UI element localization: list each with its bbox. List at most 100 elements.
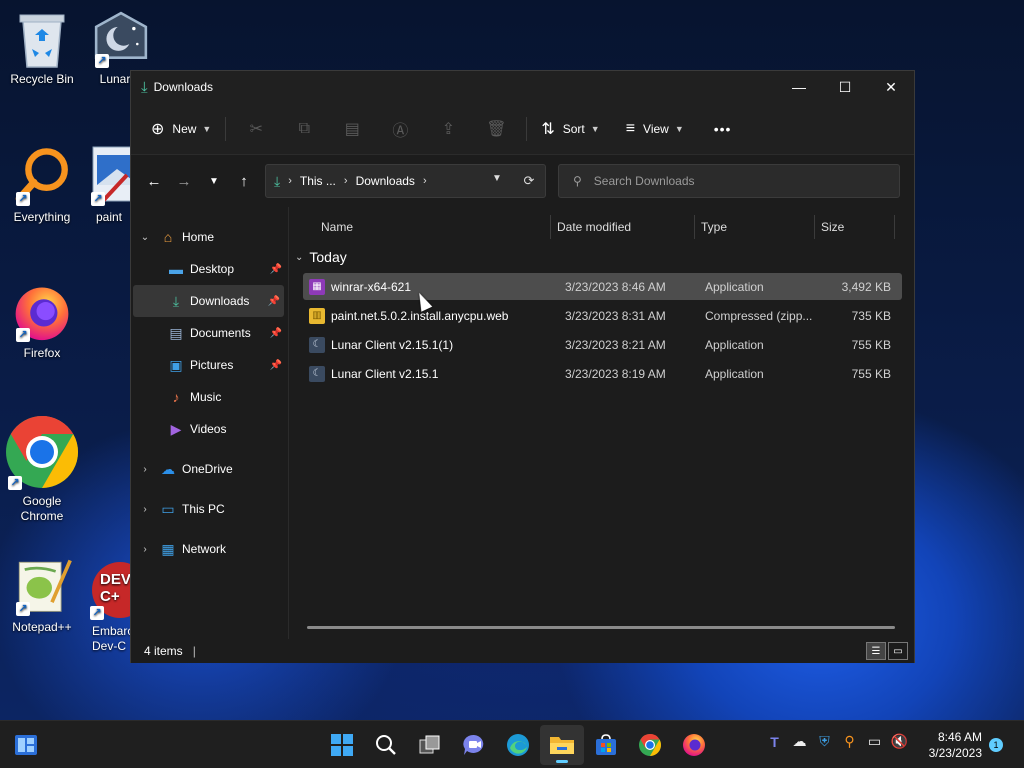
- desktop-icon-paint[interactable]: ↗ paint: [86, 146, 132, 225]
- chevron-down-icon[interactable]: ⌄: [131, 232, 159, 243]
- desktop-icon-notepad-plus-plus[interactable]: ↗ Notepad++: [0, 554, 84, 635]
- shortcut-arrow-icon: ↗: [90, 606, 104, 620]
- sort-button[interactable]: ⇅ Sort ▼: [533, 113, 607, 145]
- search-box[interactable]: ⚲: [558, 164, 900, 198]
- share-button[interactable]: ⇪: [424, 113, 472, 145]
- delete-button[interactable]: 🗑: [472, 113, 520, 145]
- refresh-button[interactable]: ⟳: [513, 173, 545, 189]
- chat-button[interactable]: [452, 725, 496, 765]
- sidebar-item-label: Documents: [190, 326, 251, 340]
- group-header-today[interactable]: ⌄ Today: [289, 243, 914, 271]
- sidebar-item-videos[interactable]: ▶ Videos: [131, 413, 288, 445]
- sidebar-item-this-pc[interactable]: › ▭ This PC: [131, 493, 288, 525]
- cut-button[interactable]: ✂: [232, 113, 280, 145]
- file-date: 3/23/2023 8:19 AM: [565, 366, 666, 381]
- recent-locations-button[interactable]: ▼: [199, 166, 229, 196]
- address-bar[interactable]: ⤓ › This ... › Downloads › ▼ ⟳: [265, 164, 546, 198]
- system-tray: T ☁ ⛨ ⚲ ▭ 🔇: [762, 733, 912, 750]
- winrar-archive-icon: ▦: [309, 278, 325, 295]
- breadcrumb-this-pc[interactable]: This ...: [300, 174, 336, 188]
- clock[interactable]: 8:46 AM 3/23/2023: [920, 729, 982, 761]
- sidebar-item-downloads[interactable]: ⤓ Downloads 📌: [133, 285, 284, 317]
- minimize-button[interactable]: —: [776, 71, 822, 103]
- breadcrumb-chevron-icon: ›: [422, 175, 427, 187]
- security-shield-icon[interactable]: ⛨: [812, 733, 837, 750]
- sidebar-item-music[interactable]: ♪ Music: [131, 381, 288, 413]
- tiles-view-button[interactable]: ▭: [888, 642, 908, 660]
- group-label: Today: [309, 249, 347, 265]
- chevron-right-icon[interactable]: ›: [131, 464, 159, 475]
- everything-search-icon: ↗: [12, 146, 72, 206]
- sidebar-item-documents[interactable]: ▤ Documents 📌: [131, 317, 288, 349]
- sidebar-item-network[interactable]: › ▦ Network: [131, 533, 288, 565]
- maximize-button[interactable]: ☐: [822, 71, 868, 103]
- notification-badge[interactable]: 1: [989, 738, 1003, 752]
- edge-taskbar-button[interactable]: [496, 725, 540, 765]
- search-input[interactable]: [593, 174, 874, 188]
- desktop-icon-embarcadero-dev-cpp[interactable]: DEV C+ ↗ Embarc Dev-C: [86, 558, 130, 654]
- rename-button[interactable]: Ⓐ: [376, 113, 424, 145]
- speaker-muted-icon[interactable]: 🔇: [887, 733, 912, 750]
- paste-button[interactable]: ▤: [328, 113, 376, 145]
- sidebar-item-onedrive[interactable]: › ☁ OneDrive: [131, 453, 288, 485]
- lunar-client-icon: ☾: [309, 365, 325, 382]
- chrome-taskbar-button[interactable]: [628, 725, 672, 765]
- microsoft-store-button[interactable]: [584, 725, 628, 765]
- new-button[interactable]: ⊕ New ▼: [143, 113, 219, 145]
- sidebar-item-desktop[interactable]: ▬ Desktop 📌: [131, 253, 288, 285]
- firefox-taskbar-button[interactable]: [672, 725, 716, 765]
- command-bar: ⊕ New ▼ ✂ ⧉ ▤ Ⓐ ⇪ 🗑 ⇅ Sort ▼ ≡ View ▼ ••…: [131, 103, 914, 155]
- forward-button[interactable]: →: [169, 166, 199, 196]
- file-name: winrar-x64-621: [331, 279, 412, 294]
- file-row[interactable]: ☾ Lunar Client v2.15.1 3/23/2023 8:19 AM …: [303, 360, 902, 387]
- sidebar-item-label: Home: [182, 230, 215, 244]
- onedrive-cloud-icon[interactable]: ☁: [787, 733, 812, 750]
- everything-tray-icon[interactable]: ⚲: [837, 733, 862, 750]
- clock-date: 3/23/2023: [928, 746, 982, 760]
- pin-icon: 📌: [267, 295, 280, 307]
- file-type: Application: [705, 279, 764, 294]
- up-button[interactable]: ↑: [229, 166, 259, 196]
- column-header-size[interactable]: Size: [815, 215, 895, 239]
- downloads-icon: ⤓: [141, 78, 148, 96]
- search-button[interactable]: [364, 725, 408, 765]
- view-lines-icon: ≡: [625, 119, 636, 137]
- sidebar-item-home[interactable]: ⌄ ⌂ Home: [131, 221, 288, 253]
- view-button[interactable]: ≡ View ▼: [618, 113, 692, 145]
- start-button[interactable]: [320, 725, 364, 765]
- details-view-button[interactable]: ☰: [866, 642, 886, 660]
- more-options-button[interactable]: •••: [706, 113, 740, 145]
- file-list: Name Date modified Type Size ⌄ Today ▦ wi…: [289, 207, 914, 639]
- desktop-icon-recycle-bin[interactable]: Recycle Bin: [0, 8, 84, 87]
- back-button[interactable]: ←: [139, 166, 169, 196]
- address-history-button[interactable]: ▼: [481, 173, 513, 189]
- file-explorer-taskbar-button[interactable]: [540, 725, 584, 765]
- breadcrumb-downloads[interactable]: Downloads: [356, 174, 415, 188]
- close-button[interactable]: ✕: [868, 71, 914, 103]
- column-header-date-modified[interactable]: Date modified: [551, 215, 695, 239]
- title-bar[interactable]: ⤓ Downloads — ☐ ✕: [131, 71, 914, 103]
- column-header-name[interactable]: Name: [289, 215, 551, 239]
- arrow-right-icon: →: [176, 172, 192, 190]
- toolbar-divider: [526, 116, 528, 141]
- recycle-bin-icon: [12, 8, 72, 68]
- desktop-icon-firefox[interactable]: ↗ Firefox: [0, 282, 84, 361]
- column-header-type[interactable]: Type: [695, 215, 815, 239]
- task-view-button[interactable]: [408, 725, 452, 765]
- copy-button[interactable]: ⧉: [280, 113, 328, 145]
- file-row[interactable]: ▦ winrar-x64-621 3/23/2023 8:46 AM Applic…: [303, 273, 902, 300]
- sidebar-item-pictures[interactable]: ▣ Pictures 📌: [131, 349, 288, 381]
- desktop-icon-google-chrome[interactable]: ↗ Google Chrome: [0, 414, 84, 524]
- network-display-icon[interactable]: ▭: [862, 733, 887, 750]
- file-row[interactable]: ▥ paint.net.5.0.2.install.anycpu.web 3/23…: [303, 302, 902, 329]
- widgets-button[interactable]: [14, 734, 38, 756]
- new-label: New: [172, 121, 197, 136]
- file-row[interactable]: ☾ Lunar Client v2.15.1(1) 3/23/2023 8:21 …: [303, 331, 902, 358]
- teams-icon[interactable]: T: [762, 734, 787, 750]
- share-icon: ⇪: [441, 120, 456, 138]
- desktop-icon-everything[interactable]: ↗ Everything: [0, 146, 84, 225]
- chevron-right-icon[interactable]: ›: [131, 544, 159, 555]
- horizontal-scrollbar[interactable]: [307, 626, 895, 629]
- rename-icon: Ⓐ: [392, 122, 409, 140]
- chevron-right-icon[interactable]: ›: [131, 504, 159, 515]
